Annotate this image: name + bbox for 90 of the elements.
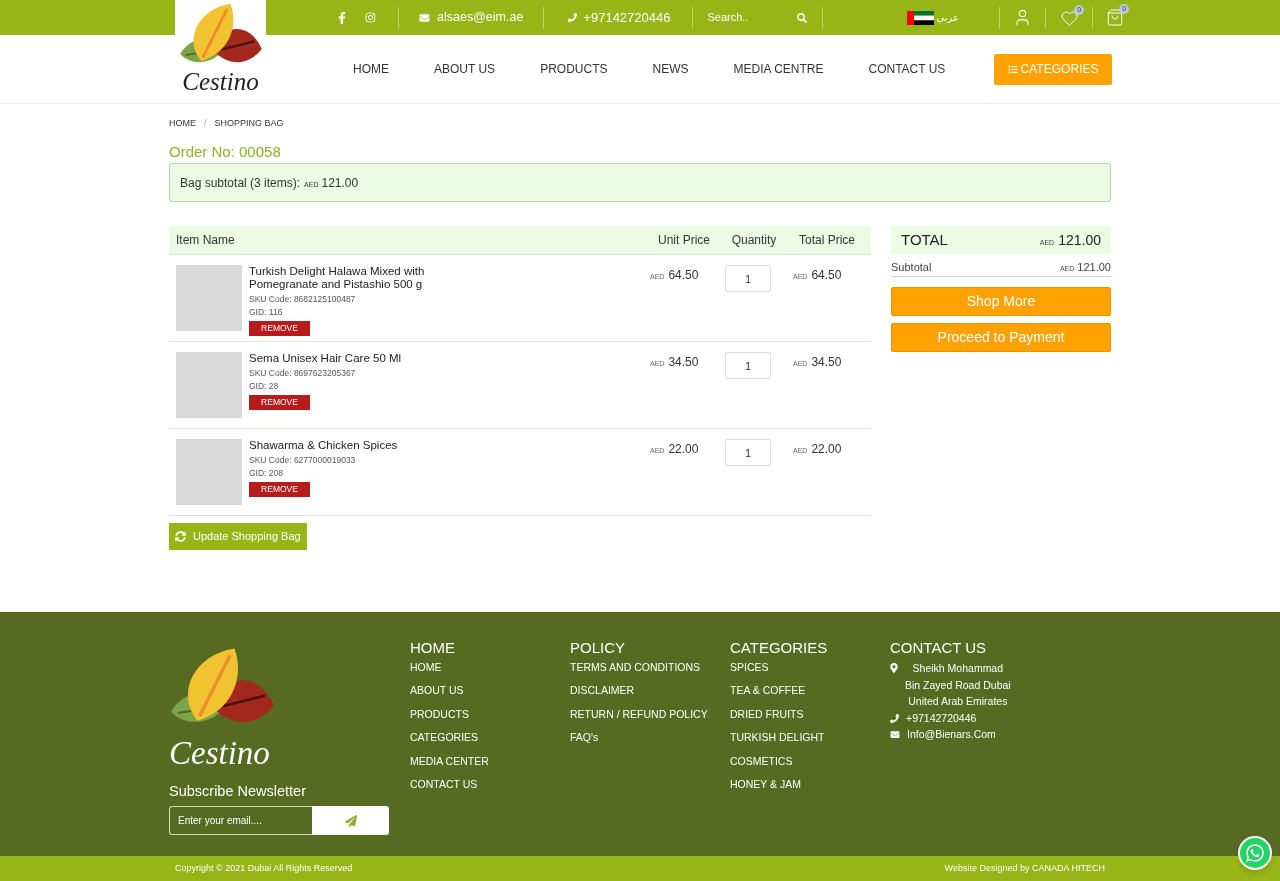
remove-button[interactable]: REMOVE <box>249 482 310 497</box>
address-text: Sheikh Mohammad Bin Zayed Road Dubai United Arab Emirates <box>905 661 1011 710</box>
logo-text: Cestino <box>182 69 259 95</box>
logo-text: Cestino <box>169 738 271 768</box>
column-header: Item Name <box>175 232 236 249</box>
price-text: 64.50 <box>811 267 842 284</box>
email-field[interactable]: Enter your email.... <box>169 806 312 835</box>
breadcrumb-separator: / <box>204 117 207 131</box>
footer-link[interactable]: TEA & COFFEE <box>730 679 806 703</box>
footer-link[interactable]: MEDIA CENTER <box>410 749 489 774</box>
product-name[interactable]: Sema Unisex Hair Care 50 Ml <box>249 352 469 365</box>
nav-link[interactable]: CONTACT US <box>868 60 946 78</box>
quantity-field[interactable]: 1 <box>725 439 771 466</box>
shopping-bag-icon[interactable] <box>1106 8 1125 27</box>
column-header: Total Price <box>798 232 857 249</box>
footer-heading: CONTACT US <box>890 640 988 656</box>
nav-link[interactable]: MEDIA CENTRE <box>733 60 824 78</box>
copyright-text: Copyright © 2021 Dubai All Rights Reserved <box>175 861 353 875</box>
product-photo <box>176 439 242 505</box>
price-text: 22.00 <box>811 441 842 458</box>
product-name[interactable]: Turkish Delight Halawa Mixed with Pomegranate and Pistashio 500 g <box>249 265 469 291</box>
column-header: Quantity <box>730 232 778 249</box>
refresh-icon <box>175 531 186 542</box>
subtotal-amount: 121.00 <box>321 175 359 192</box>
search-icon[interactable] <box>797 12 808 23</box>
quantity-field[interactable]: 1 <box>725 265 771 292</box>
total-amount: 121.00 <box>1058 230 1101 250</box>
phone-icon <box>890 713 899 723</box>
phone-icon <box>568 12 578 23</box>
nav-link[interactable]: PRODUCTS <box>540 60 608 78</box>
nav-link[interactable]: ABOUT US <box>434 60 496 78</box>
breadcrumb-link[interactable]: HOME <box>169 117 196 131</box>
footer-link[interactable]: HOME <box>410 656 442 680</box>
sku-text: SKU Code: 8697623205367 <box>249 367 356 380</box>
footer-link[interactable]: SPICES <box>730 656 769 680</box>
list-icon <box>1007 64 1018 74</box>
breadcrumb-current: SHOPPING BAG <box>214 117 284 131</box>
total-label: TOTAL <box>901 229 948 250</box>
map-pin-icon <box>890 663 898 673</box>
product-photo <box>176 265 242 331</box>
heart-icon[interactable] <box>1060 8 1080 27</box>
footer-link[interactable]: CONTACT US <box>410 773 478 797</box>
price-text: 22.00 <box>668 441 699 458</box>
footer-link[interactable]: DRIED FRUITS <box>730 702 804 727</box>
price-text: 64.50 <box>668 267 699 284</box>
send-icon <box>344 814 357 827</box>
instagram-icon[interactable] <box>365 12 376 23</box>
footer-heading: POLICY <box>570 640 627 656</box>
quantity-field[interactable]: 1 <box>725 352 771 379</box>
remove-button[interactable]: REMOVE <box>249 395 310 410</box>
footer-heading: CATEGORIES <box>730 640 829 656</box>
mail-icon <box>419 12 430 23</box>
credit-text: Website Designed by CANADA HITECH <box>944 861 1105 875</box>
mail-icon <box>890 730 900 740</box>
flag-icon[interactable] <box>907 10 935 25</box>
footer-link[interactable]: PRODUCTS <box>410 702 469 727</box>
gid-text: GID: 116 <box>249 306 283 318</box>
footer-link[interactable]: RETURN / REFUND POLICY <box>570 702 708 727</box>
footer-link[interactable]: ABOUT US <box>410 679 464 703</box>
footer-heading: HOME <box>410 640 456 656</box>
sku-text: SKU Code: 8682125100487 <box>249 293 356 306</box>
product-photo <box>176 352 242 418</box>
subtotal-label: Bag subtotal (3 items): <box>180 175 301 192</box>
newsletter-title: Subscribe Newsletter <box>169 782 307 800</box>
nav-link[interactable]: HOME <box>353 60 389 78</box>
footer-link[interactable]: TURKISH DELIGHT <box>730 726 825 750</box>
contact-email-link[interactable]: Info@Bienars.Com <box>907 726 996 743</box>
subtotal-label: Subtotal <box>891 260 932 275</box>
subtotal-amount: 121.00 <box>1077 260 1111 275</box>
column-header: Unit Price <box>657 232 711 249</box>
search-field[interactable]: Search.. <box>707 9 792 26</box>
footer-link[interactable]: DISCLAIMER <box>570 679 635 703</box>
subscribe-button[interactable] <box>312 806 389 835</box>
footer-link[interactable]: COSMETICS <box>730 749 793 774</box>
contact-phone: +97142720446 <box>906 710 977 726</box>
nav-link[interactable]: NEWS <box>652 60 689 78</box>
order-title: Order No: 00058 <box>169 143 282 161</box>
product-name[interactable]: Shawarma & Chicken Spices <box>249 439 469 452</box>
footer-link[interactable]: HONEY & JAM <box>730 773 801 797</box>
gid-text: GID: 28 <box>249 380 279 392</box>
facebook-icon[interactable] <box>338 11 346 24</box>
footer-link[interactable]: FAQ's <box>570 726 599 750</box>
remove-button[interactable]: REMOVE <box>249 321 310 336</box>
price-text: 34.50 <box>668 354 699 371</box>
chat-bubble-icon <box>1245 843 1265 863</box>
footer-link[interactable]: CATEGORIES <box>410 726 479 750</box>
price-text: 34.50 <box>811 354 842 371</box>
footer-link[interactable]: TERMS AND CONDITIONS <box>570 656 701 680</box>
sku-text: SKU Code: 6277000019033 <box>249 454 356 467</box>
gid-text: GID: 208 <box>249 467 284 479</box>
